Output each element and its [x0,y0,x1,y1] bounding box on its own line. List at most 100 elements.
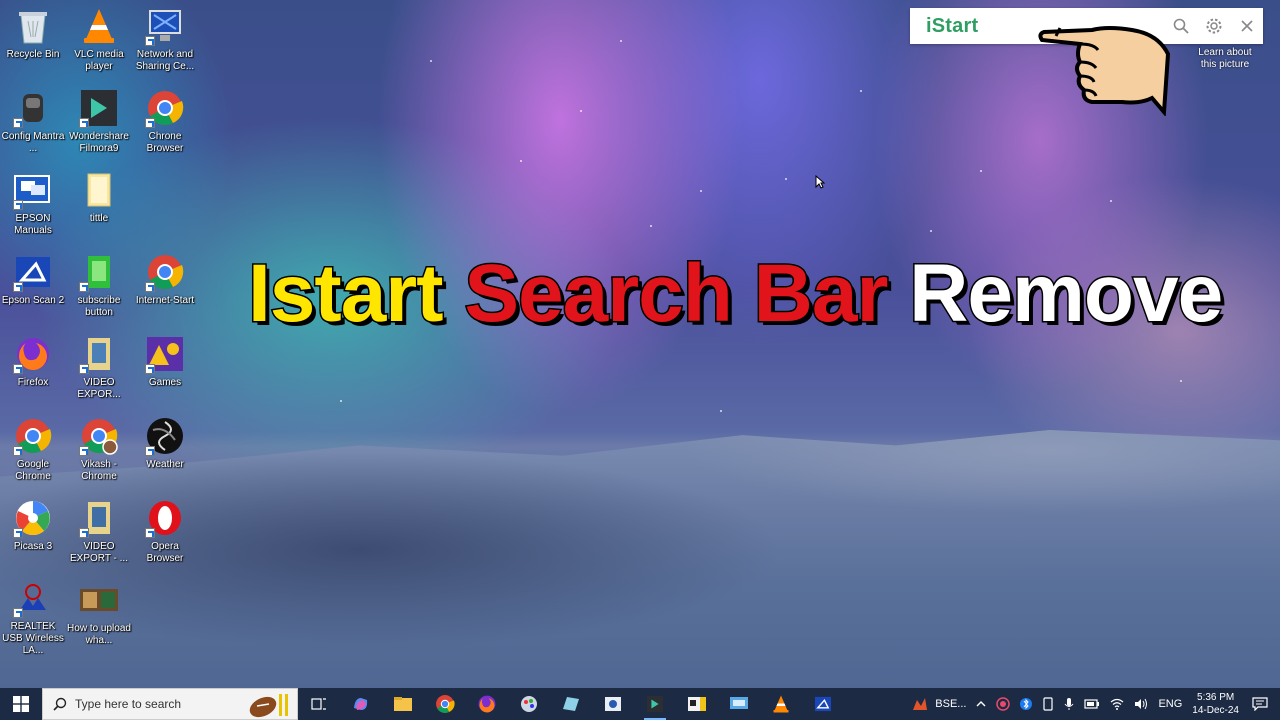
desktop-icon-chrone-browser[interactable]: Chrone Browser [132,84,198,164]
desktop-icon-picasa[interactable]: Picasa 3 [0,494,66,574]
desktop-icon-video-export[interactable]: VIDEO EXPORT - ... [66,494,132,574]
chrome-icon [13,416,53,456]
recycle-bin-icon [13,6,53,46]
clock-date: 14-Dec-24 [1192,705,1239,716]
desktop-icon-vikash-chrome[interactable]: Vikash - Chrome [66,412,132,492]
wifi-icon[interactable] [1105,688,1129,720]
weather-icon [145,416,185,456]
vlc-icon [79,6,119,46]
taskbar-media-app[interactable] [676,688,718,720]
headline-word-bar: Bar [752,247,890,341]
desktop-icon-epson-scan[interactable]: Epson Scan 2 [0,248,66,328]
opera-icon [145,498,185,538]
desktop-icon-filmora[interactable]: Wondershare Filmora9 [66,84,132,164]
config-mantra-icon [13,88,53,128]
istart-logo[interactable]: iStart [926,15,978,38]
headline-word-remove: Remove [908,247,1225,341]
tray-bse-app[interactable]: BSE... [906,688,971,720]
search-icon [53,697,67,711]
taskbar-capture-app[interactable] [592,688,634,720]
headline-word-search: Search [463,247,735,341]
picasa-icon [13,498,53,538]
battery-icon[interactable] [1079,688,1105,720]
chrome-user-icon [79,416,119,456]
taskbar-paint-app[interactable] [508,688,550,720]
record-icon[interactable] [991,688,1015,720]
taskbar: BSE... ENG 5:36 PM 14-Dec-2 [0,688,1280,720]
taskbar-filmora[interactable] [634,688,676,720]
taskbar-vlc[interactable] [760,688,802,720]
desktop-icon-opera[interactable]: Opera Browser [132,494,198,574]
chrome-icon [436,695,455,713]
bse-icon [913,698,928,710]
epson-scan-icon [13,252,53,292]
taskbar-epson-scan[interactable] [802,688,844,720]
network-icon [145,6,185,46]
microphone-icon[interactable] [1059,688,1079,720]
filmora-icon [646,695,664,713]
games-icon [145,334,185,374]
taskbar-remote-app[interactable] [718,688,760,720]
clock-time: 5:36 PM [1197,692,1235,703]
copilot-icon [354,698,368,710]
desktop-icon-recycle-bin[interactable]: Recycle Bin [0,2,66,82]
folder-icon [79,170,119,210]
chrome-icon [145,88,185,128]
taskbar-notes-app[interactable] [550,688,592,720]
epson-scan-icon [814,696,832,712]
firefox-icon [13,334,53,374]
chevron-up-icon[interactable] [971,688,991,720]
learn-about-picture-link[interactable]: Learn about this picture [1190,47,1260,71]
video-folder-icon [79,498,119,538]
windows-icon [13,696,29,712]
language-indicator[interactable]: ENG [1153,688,1187,720]
realtek-icon [13,580,53,618]
chrome-icon [145,252,185,292]
desktop-icon-network-sharing[interactable]: Network and Sharing Ce... [132,2,198,82]
video-thumb-icon [79,580,119,620]
system-tray: BSE... ENG 5:36 PM 14-Dec-24 [906,688,1280,720]
paint-icon [521,696,537,712]
firefox-icon [478,695,496,713]
taskbar-firefox[interactable] [466,688,508,720]
desktop-icon-weather[interactable]: Weather [132,412,198,492]
taskbar-search-input[interactable] [75,697,235,711]
volume-icon[interactable] [1129,688,1153,720]
desktop-icon-firefox[interactable]: Firefox [0,330,66,410]
device-icon[interactable] [1037,688,1059,720]
desktop-icon-internet-start[interactable]: Internet-Start [132,248,198,328]
notification-icon[interactable] [1244,688,1280,720]
video-folder-icon [79,334,119,374]
notes-icon [563,697,579,711]
gear-icon[interactable] [1197,8,1230,44]
folder-icon [394,697,412,711]
bluetooth-icon[interactable] [1015,688,1037,720]
taskbar-chrome[interactable] [424,688,466,720]
desktop-icon-realtek[interactable]: REALTEK USB Wireless LA... [0,576,66,656]
vlc-icon [773,695,789,713]
subscribe-icon [79,252,119,292]
pointing-hand-icon [1036,14,1172,121]
desktop-icon-config-mantra[interactable]: Config Mantra ... [0,84,66,164]
desktop-icon-games[interactable]: Games [132,330,198,410]
start-button[interactable] [0,688,42,720]
desktop-icon-video-expor[interactable]: VIDEO EXPOR... [66,330,132,410]
video-title-overlay: Istart Search Bar Remove [247,244,1225,344]
taskbar-search-box[interactable] [42,688,298,720]
desktop-icon-tittle-folder[interactable]: tittle [66,166,132,246]
headline-word-istart: Istart [247,247,446,341]
taskbar-copilot[interactable] [340,688,382,720]
desktop-icon-how-to-upload[interactable]: How to upload wha... [66,576,132,656]
monitor-icon [730,697,748,709]
close-icon[interactable] [1230,8,1263,44]
desktop-icon-vlc[interactable]: VLC media player [66,2,132,82]
filmora-icon [79,88,119,128]
desktop-icon-subscribe-button[interactable]: subscribe button [66,248,132,328]
media-icon [688,697,706,711]
epson-manuals-icon [13,170,53,210]
taskbar-clock[interactable]: 5:36 PM 14-Dec-24 [1187,688,1244,720]
taskbar-file-explorer[interactable] [382,688,424,720]
task-view-button[interactable] [298,688,340,720]
desktop-icon-google-chrome[interactable]: Google Chrome [0,412,66,492]
desktop-icon-epson-manuals[interactable]: EPSON Manuals [0,166,66,246]
